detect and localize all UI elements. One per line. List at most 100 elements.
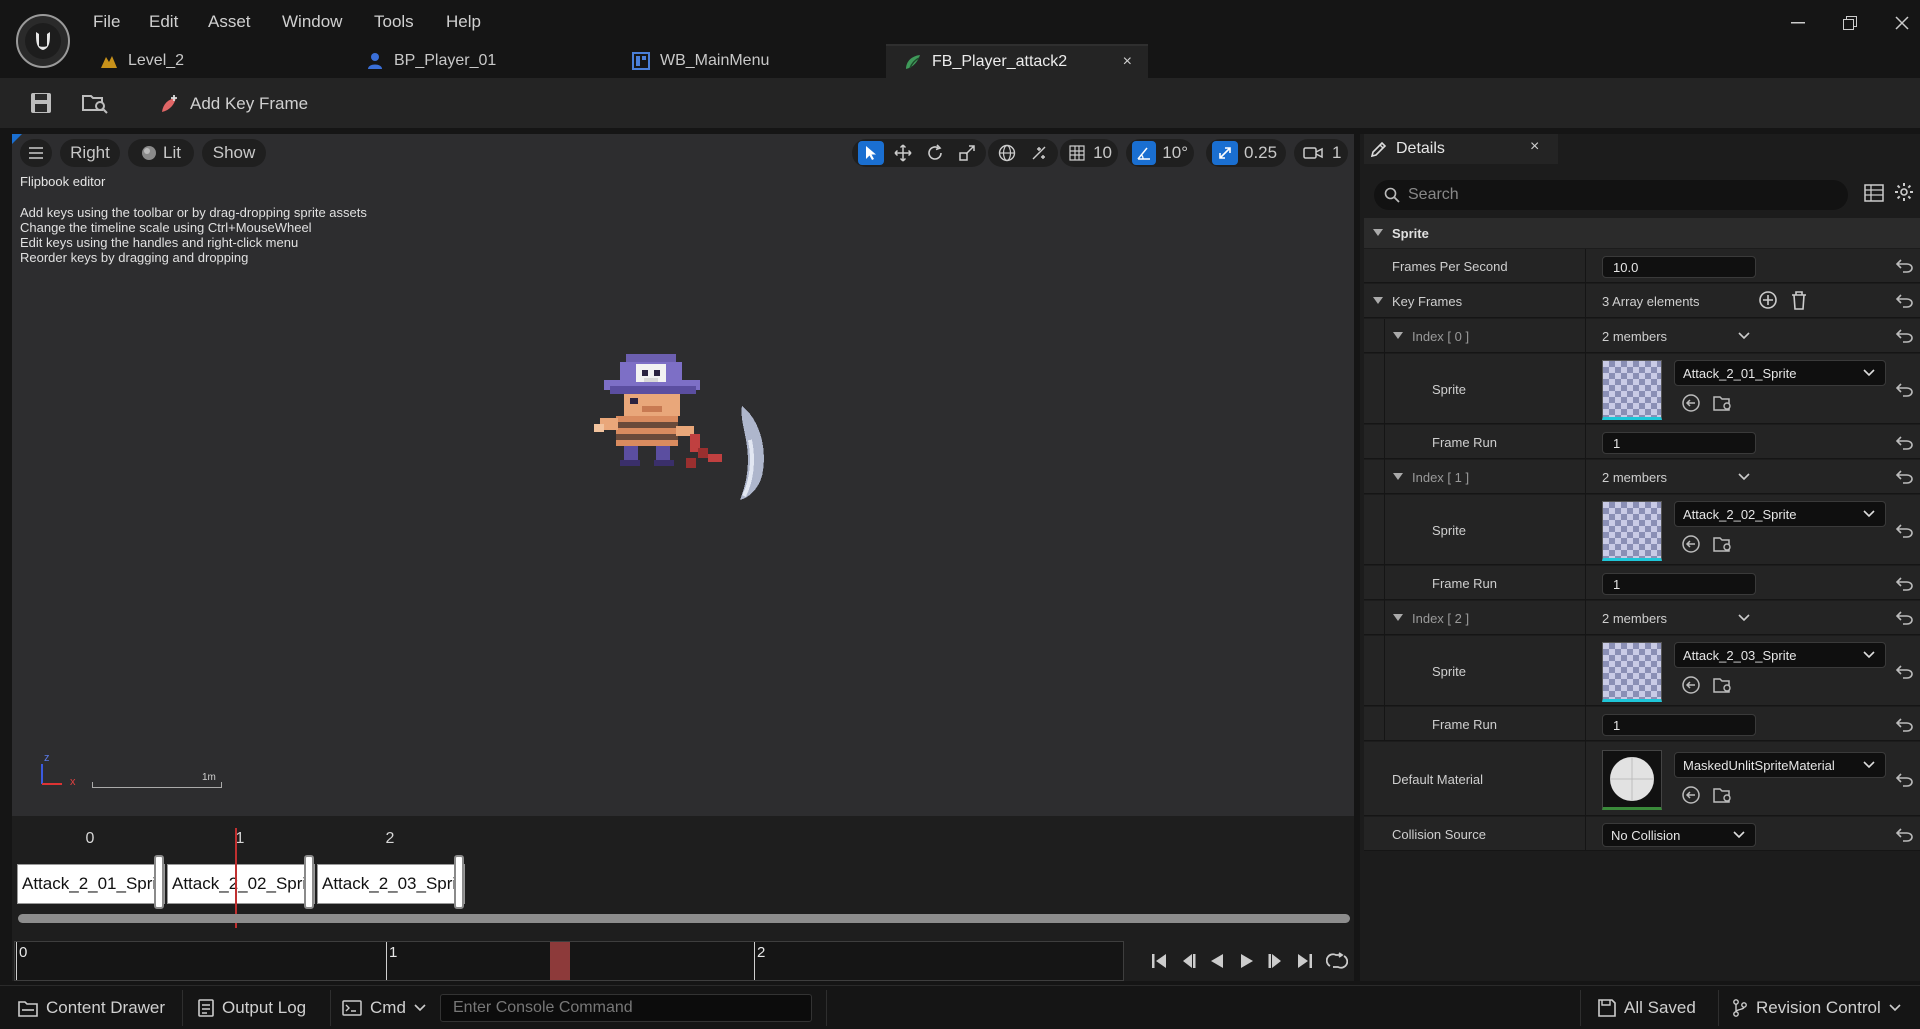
close-details-icon[interactable]: × <box>1530 138 1539 156</box>
chevron-down-icon[interactable] <box>1738 614 1750 622</box>
frame-run-input-2[interactable]: 1 <box>1602 714 1756 736</box>
collapse-arrow-icon[interactable] <box>1392 472 1404 482</box>
translate-tool-icon[interactable] <box>890 141 916 165</box>
camera-speed-group[interactable]: 1 <box>1294 139 1348 167</box>
browse-asset-icon[interactable] <box>1712 533 1734 555</box>
reset-to-default-icon[interactable] <box>1896 524 1914 538</box>
sprite-thumbnail-1[interactable] <box>1602 501 1662 561</box>
previous-frame-icon[interactable] <box>1175 948 1201 974</box>
select-tool-icon[interactable] <box>858 141 884 165</box>
frame-run-input-1[interactable]: 1 <box>1602 573 1756 595</box>
tab-level-2[interactable]: Level_2 <box>82 44 342 78</box>
menu-tools[interactable]: Tools <box>374 12 414 32</box>
use-selected-icon[interactable] <box>1680 784 1702 806</box>
material-picker[interactable]: MaskedUnlitSpriteMaterial <box>1674 752 1886 778</box>
details-search[interactable]: Search <box>1374 180 1848 210</box>
unreal-logo[interactable] <box>16 14 70 68</box>
rotate-tool-icon[interactable] <box>922 141 948 165</box>
reset-to-default-icon[interactable] <box>1896 718 1914 732</box>
show-button[interactable]: Show <box>202 139 266 167</box>
key-frame-handle[interactable] <box>154 855 164 909</box>
reset-to-default-icon[interactable] <box>1896 665 1914 679</box>
sprite-picker-1[interactable]: Attack_2_02_Sprite <box>1674 501 1886 527</box>
chevron-down-icon[interactable] <box>1738 332 1750 340</box>
key-frame-handle[interactable] <box>304 855 314 909</box>
use-selected-icon[interactable] <box>1680 392 1702 414</box>
menu-asset[interactable]: Asset <box>208 12 251 32</box>
frame-run-input-0[interactable]: 1 <box>1602 432 1756 454</box>
rotation-snap-group[interactable]: 10° <box>1126 139 1194 167</box>
reset-to-default-icon[interactable] <box>1896 294 1914 308</box>
tab-fb-player-attack2[interactable]: FB_Player_attack2 × <box>886 44 1148 78</box>
reset-to-default-icon[interactable] <box>1896 329 1914 343</box>
use-selected-icon[interactable] <box>1680 533 1702 555</box>
add-key-frame-button[interactable]: Add Key Frame <box>160 90 308 118</box>
playhead-line[interactable] <box>235 828 237 928</box>
viewport-options-button[interactable] <box>20 139 52 167</box>
material-thumbnail[interactable] <box>1602 750 1662 810</box>
loop-icon[interactable] <box>1324 948 1350 974</box>
browse-asset-icon[interactable] <box>1712 784 1734 806</box>
browse-asset-icon[interactable] <box>1712 674 1734 696</box>
console-input[interactable]: Enter Console Command <box>440 994 812 1022</box>
output-log-button[interactable]: Output Log <box>188 990 316 1026</box>
reset-to-default-icon[interactable] <box>1896 828 1914 842</box>
settings-gear-icon[interactable] <box>1894 182 1914 202</box>
menu-window[interactable]: Window <box>282 12 342 32</box>
use-selected-icon[interactable] <box>1680 674 1702 696</box>
browse-content-icon[interactable] <box>80 88 110 118</box>
property-matrix-icon[interactable] <box>1864 184 1884 202</box>
reset-to-default-icon[interactable] <box>1896 436 1914 450</box>
reset-to-default-icon[interactable] <box>1896 259 1914 273</box>
tab-bp-player-01[interactable]: BP_Player_01 <box>348 44 608 78</box>
collision-select[interactable]: No Collision <box>1602 823 1756 847</box>
save-icon[interactable] <box>26 88 56 118</box>
reset-to-default-icon[interactable] <box>1896 611 1914 625</box>
sprite-section-header[interactable] <box>1364 218 1920 248</box>
menu-file[interactable]: File <box>93 12 120 32</box>
collapse-arrow-icon[interactable] <box>1392 331 1404 341</box>
play-reverse-icon[interactable] <box>1204 948 1230 974</box>
skip-to-end-icon[interactable] <box>1292 948 1318 974</box>
menu-edit[interactable]: Edit <box>149 12 178 32</box>
play-icon[interactable] <box>1234 948 1260 974</box>
scale-tool-icon[interactable] <box>954 141 980 165</box>
save-status-button[interactable]: All Saved <box>1588 990 1706 1026</box>
details-tab[interactable]: Details <box>1364 134 1558 164</box>
content-drawer-button[interactable]: Content Drawer <box>8 990 175 1026</box>
sprite-preview[interactable] <box>590 350 800 540</box>
menu-help[interactable]: Help <box>446 12 481 32</box>
sprite-thumbnail-0[interactable] <box>1602 360 1662 420</box>
world-coordinates-icon[interactable] <box>994 141 1020 165</box>
scrub-position-marker[interactable] <box>550 942 570 980</box>
view-mode-button[interactable]: Right <box>60 139 120 167</box>
browse-asset-icon[interactable] <box>1712 392 1734 414</box>
key-frame-2[interactable]: Attack_2_03_Sprite <box>317 864 465 904</box>
restore-icon[interactable] <box>1835 10 1865 36</box>
tab-wb-mainmenu[interactable]: WB_MainMenu <box>614 44 884 78</box>
skip-to-start-icon[interactable] <box>1146 948 1172 974</box>
sprite-picker-0[interactable]: Attack_2_01_Sprite <box>1674 360 1886 386</box>
delete-all-icon[interactable] <box>1790 290 1808 310</box>
close-tab-icon[interactable]: × <box>1123 53 1132 71</box>
sprite-picker-2[interactable]: Attack_2_03_Sprite <box>1674 642 1886 668</box>
surface-snapping-icon[interactable] <box>1026 141 1052 165</box>
fps-input[interactable]: 10.0 <box>1602 256 1756 278</box>
add-element-icon[interactable] <box>1758 290 1778 310</box>
lit-button[interactable]: Lit <box>128 139 194 167</box>
sprite-thumbnail-2[interactable] <box>1602 642 1662 702</box>
timeline-scrollbar[interactable] <box>18 914 1350 923</box>
reset-to-default-icon[interactable] <box>1896 577 1914 591</box>
revision-control-button[interactable]: Revision Control <box>1722 990 1911 1026</box>
reset-to-default-icon[interactable] <box>1896 470 1914 484</box>
grid-snap-group[interactable]: 10 <box>1060 139 1118 167</box>
collapse-arrow-icon[interactable] <box>1392 613 1404 623</box>
scale-snap-group[interactable]: 0.25 <box>1206 139 1286 167</box>
collapse-arrow-icon[interactable] <box>1372 296 1384 306</box>
minimize-icon[interactable] <box>1783 10 1813 36</box>
key-frame-1[interactable]: Attack_2_02_Sprite <box>167 864 315 904</box>
cmd-selector[interactable]: Cmd <box>332 990 436 1026</box>
reset-to-default-icon[interactable] <box>1896 773 1914 787</box>
key-frame-handle[interactable] <box>454 855 464 909</box>
reset-to-default-icon[interactable] <box>1896 383 1914 397</box>
